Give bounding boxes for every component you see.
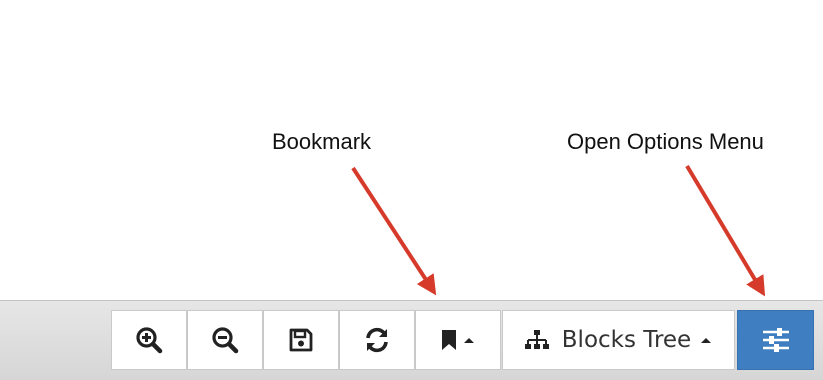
sitemap-icon — [524, 330, 549, 349]
bookmark-arrow — [351, 166, 437, 296]
bottom-toolbar: Blocks Tree — [0, 300, 823, 380]
blocks-tree-button[interactable]: Blocks Tree — [502, 310, 735, 370]
caret-up-icon — [464, 338, 474, 343]
open-options-menu-button[interactable] — [737, 310, 814, 370]
options-arrow — [685, 164, 766, 297]
bookmark-annotation: Bookmark — [272, 129, 372, 154]
zoom-out-icon — [212, 327, 239, 354]
refresh-button[interactable] — [339, 310, 415, 370]
bookmark-button[interactable] — [415, 310, 501, 370]
blocks-tree-label: Blocks Tree — [561, 327, 692, 353]
sliders-icon — [762, 328, 789, 352]
zoom-out-button[interactable] — [187, 310, 263, 370]
open-options-menu-annotation: Open Options Menu — [567, 129, 764, 154]
zoom-in-icon — [136, 327, 163, 354]
save-icon — [289, 328, 313, 352]
save-button[interactable] — [263, 310, 339, 370]
bookmark-icon — [442, 330, 456, 350]
caret-up-icon — [701, 338, 712, 343]
zoom-in-button[interactable] — [111, 310, 187, 370]
refresh-icon — [366, 327, 388, 353]
